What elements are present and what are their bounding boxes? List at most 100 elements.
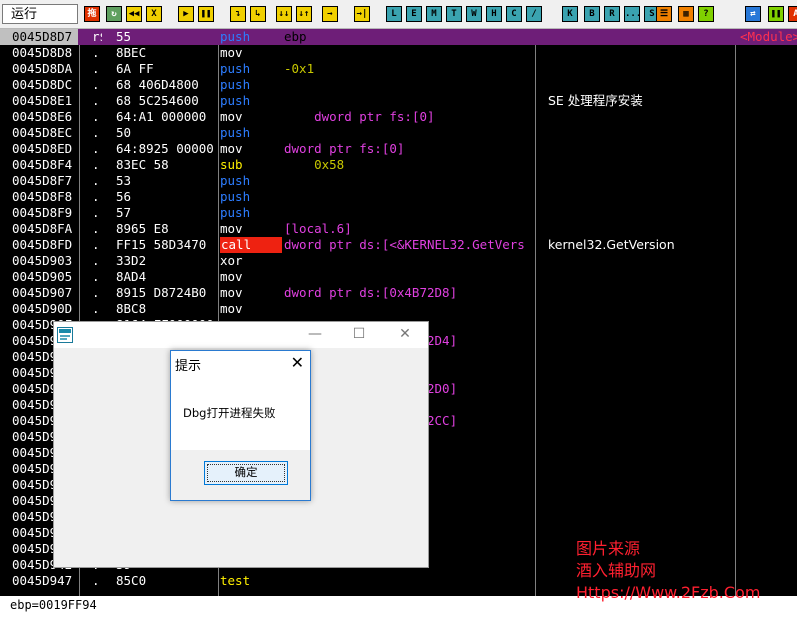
disasm-row[interactable]: 0045D903. 33D2 xor edx,edx <box>0 253 797 269</box>
toolbar-button-icon[interactable]: A <box>788 6 797 22</box>
toolbar-button-icon[interactable]: / <box>526 6 542 22</box>
operand-part: esi <box>284 189 307 204</box>
operand-part: ebp,esp <box>284 45 337 60</box>
row-operands: eax,dword ptr fs:[0] <box>284 109 534 125</box>
disasm-row[interactable]: 0045D8F4. 83EC 58 sub esp,0x58 <box>0 157 797 173</box>
row-address: 0045D905 <box>12 269 73 284</box>
row-address: 0045D8D7 <box>0 29 78 45</box>
toolbar-button-icon[interactable]: ☰ <box>656 6 672 22</box>
row-operands: [local.6],esp <box>284 221 534 237</box>
app-icon <box>57 327 73 343</box>
toolbar-button-icon[interactable]: ↳ <box>250 6 266 22</box>
toolbar-button-icon[interactable]: R <box>604 6 620 22</box>
toolbar: 运行 拖 ↻ ◀◀ X ▶ ❚❚ ↴ ↳ ↓↓ ↓↑ → →| L E M T W H C / K B R... S ☰ ▦? ⇄ ❚… <box>0 0 797 29</box>
toolbar-button-icon[interactable]: M <box>426 6 442 22</box>
row-marker: . <box>92 301 100 316</box>
toolbar-button-icon[interactable]: → <box>322 6 338 22</box>
disasm-row[interactable]: 0045D905. 8AD4 mov dl,ah <box>0 269 797 285</box>
toolbar-button-icon[interactable]: ↓↓ <box>276 6 292 22</box>
message-box-title: 提示 <box>175 359 202 374</box>
disasm-row[interactable]: 0045D907. 8915 D8724B0 mov dword ptr ds:[0x… <box>0 285 797 301</box>
disasm-row[interactable]: 0045D8F7. 53 push ebx <box>0 173 797 189</box>
row-operands: esi <box>284 189 534 205</box>
toolbar-button-icon[interactable]: →| <box>354 6 370 22</box>
disasm-row[interactable]: 0045D8FA. 8965 E8 mov [local.6],esp <box>0 221 797 237</box>
disasm-row[interactable]: 0045D8EC. 50 push eax <box>0 125 797 141</box>
row-operands: ebx <box>284 173 534 189</box>
row-address: 0045D8F9 <box>12 205 73 220</box>
row-marker: . <box>92 93 100 108</box>
row-marker: . <box>92 141 100 156</box>
toolbar-button-icon[interactable]: C <box>506 6 522 22</box>
operand-part: ,eax <box>457 413 488 428</box>
toolbar-button-icon[interactable]: ... <box>624 6 640 22</box>
disasm-row[interactable]: 0045D8D8. 8BEC mov ebp,esp <box>0 45 797 61</box>
row-operands: dword ptr ds:[<&KERNEL32.GetVers <box>284 237 534 253</box>
operand-part: 0046255C <box>284 93 345 108</box>
disasm-row[interactable]: 0045D8F9. 57 push edi <box>0 205 797 221</box>
toolbar-button-icon[interactable]: ◀◀ <box>126 6 142 22</box>
row-marker: . <box>92 189 100 204</box>
app-window-titlebar[interactable]: — ☐ ✕ <box>54 322 428 348</box>
toolbar-button-icon[interactable]: ↻ <box>106 6 122 22</box>
row-mnemonic: sub <box>220 157 243 172</box>
toolbar-button-icon[interactable]: T <box>446 6 462 22</box>
disasm-row[interactable]: 0045D8DC. 68 406D4800 push 00486D40 <box>0 77 797 93</box>
toolbar-button-icon[interactable]: ❚❚ <box>198 6 214 22</box>
minimize-icon[interactable]: — <box>300 324 330 344</box>
disasm-row[interactable]: 0045D8D7 r$ 55 push ebp <box>0 29 797 45</box>
row-address: 0045D8FD <box>12 237 73 252</box>
toolbar-button-icon[interactable]: X <box>146 6 162 22</box>
maximize-icon[interactable]: ☐ <box>344 324 374 344</box>
toolbar-button-icon[interactable]: W <box>466 6 482 22</box>
watermark-line: 图片来源 <box>576 539 641 558</box>
row-address: 0045D8F8 <box>12 189 73 204</box>
toolbar-button-icon[interactable]: B <box>584 6 600 22</box>
row-mnemonic: mov <box>220 285 243 300</box>
toolbar-button-icon[interactable]: ▶ <box>178 6 194 22</box>
disasm-row[interactable]: 0045D8F8. 56 push esi <box>0 189 797 205</box>
toolbar-button-icon[interactable]: K <box>562 6 578 22</box>
close-icon[interactable]: ✕ <box>291 353 304 372</box>
row-marker: . <box>92 125 100 140</box>
disasm-row[interactable]: 0045D8ED. 64:8925 00000 mov dword ptr fs:[0… <box>0 141 797 157</box>
operand-part: [local.6] <box>284 221 352 236</box>
row-marker: . <box>92 77 100 92</box>
row-operands: dword ptr fs:[0],esp <box>284 141 534 157</box>
watermark-line: Https://Www.2Fzb.Com <box>576 583 761 602</box>
row-mnemonic: xor <box>220 253 243 268</box>
toolbar-button-icon[interactable]: H <box>486 6 502 22</box>
toolbar-button-icon[interactable]: ↓↑ <box>296 6 312 22</box>
toolbar-button-icon[interactable]: 拖 <box>84 6 100 22</box>
disasm-row[interactable]: 0045D8E6. 64:A1 000000 mov eax,dword ptr fs… <box>0 109 797 125</box>
operand-part: eax, <box>284 109 315 124</box>
operand-part: 00486D40 <box>284 77 345 92</box>
ok-button[interactable]: 确定 <box>204 461 288 485</box>
toolbar-button-icon[interactable]: ▦ <box>678 6 694 22</box>
operand-part: -0x1 <box>284 61 315 76</box>
row-hex: 57 <box>116 205 132 220</box>
disasm-row[interactable]: 0045D8FD. FF15 58D3470 call dword ptr ds:[<… <box>0 237 797 253</box>
row-operands: dl,ah <box>284 269 534 285</box>
toolbar-button-icon[interactable]: ? <box>698 6 714 22</box>
row-address: 0045D8DC <box>12 77 73 92</box>
toolbar-button-icon[interactable]: ❚❚ <box>768 6 784 22</box>
window-close-icon[interactable]: ✕ <box>390 324 420 344</box>
row-address: 0045D8ED <box>12 141 73 156</box>
row-address: 0045D8F7 <box>12 173 73 188</box>
row-address: 0045D8EC <box>12 125 73 140</box>
row-comment: SE 处理程序安装 <box>548 93 643 108</box>
row-operands: edi <box>284 205 534 221</box>
row-address: 0045D8F4 <box>12 157 73 172</box>
row-hex: 64:8925 00000 <box>116 141 214 156</box>
disasm-row[interactable]: 0045D8E1. 68 5C254600 push 0046255C SE 处理程序安… <box>0 93 797 109</box>
toolbar-button-icon[interactable]: ↴ <box>230 6 246 22</box>
disasm-row[interactable]: 0045D8DA. 6A FF push -0x1 <box>0 61 797 77</box>
row-mnemonic: push <box>220 173 251 188</box>
toolbar-button-icon[interactable]: E <box>406 6 422 22</box>
operand-part: ,ecx <box>457 333 488 348</box>
toolbar-button-icon[interactable]: L <box>386 6 402 22</box>
row-operands: 00486D40 <box>284 77 534 93</box>
toolbar-button-icon[interactable]: ⇄ <box>745 6 761 22</box>
disasm-row[interactable]: 0045D90D. 8BC8 mov ecx,eax <box>0 301 797 317</box>
